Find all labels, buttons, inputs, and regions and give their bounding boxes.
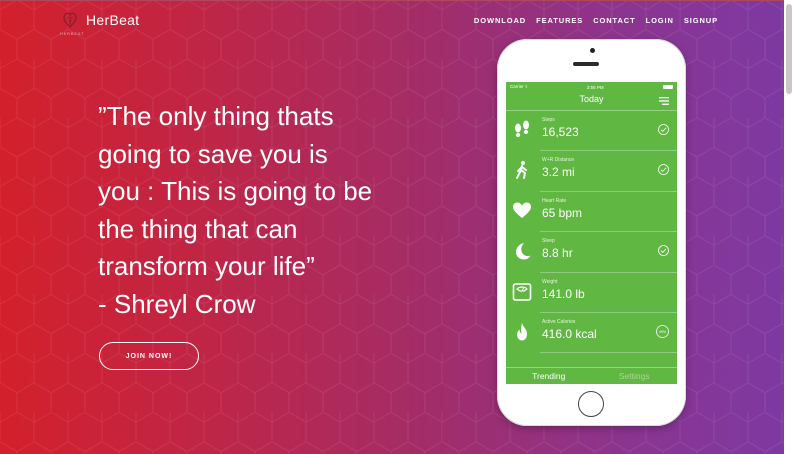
footprints-icon (515, 120, 529, 137)
metric-label: Heart Rate (542, 197, 567, 204)
nav-login[interactable]: LOGIN (646, 16, 674, 25)
tab-trending[interactable]: Trending (506, 368, 592, 384)
moon-icon (516, 243, 531, 260)
quote-line: going to save you is (98, 138, 328, 169)
quote-line: transform your life” (98, 251, 315, 281)
hero-quote: ”The only thing thats going to save you … (98, 98, 428, 323)
metric-value: 8.8 hr (542, 246, 573, 261)
app-screen: Carrier ☇ 3:55 PM Today Steps 16,523 W+R… (506, 82, 677, 384)
metric-value: 416.0 kcal (542, 326, 597, 341)
battery-icon (663, 85, 673, 89)
quote-line: the thing that can (98, 213, 298, 244)
metric-row-active-calories[interactable]: Active Calories 416.0 kcal 49% (517, 313, 677, 354)
check-circle-icon (658, 124, 669, 135)
carrier-label: Carrier ☇ (510, 84, 528, 89)
metric-row-sleep[interactable]: Sleep 8.8 hr (516, 232, 677, 273)
metric-value: 65 bpm (542, 205, 583, 220)
phone-speaker (573, 62, 599, 66)
metric-value: 3.2 mi (542, 165, 575, 180)
progress-ring-icon: 49% (656, 325, 669, 338)
top-nav: DOWNLOAD FEATURES CONTACT LOGIN SIGNUP (474, 16, 718, 25)
brain-logo-icon[interactable] (60, 10, 80, 30)
brand-name[interactable]: HerBeat (86, 12, 139, 28)
nav-signup[interactable]: SIGNUP (684, 16, 718, 25)
app-header: Today (506, 92, 677, 111)
nav-contact[interactable]: CONTACT (593, 16, 635, 25)
tab-settings[interactable]: Settings (592, 368, 678, 384)
heart-icon (513, 202, 531, 218)
top-border (0, 0, 784, 1)
brand-tagline: HERBEAT (60, 31, 85, 36)
metric-label: Weight (542, 278, 558, 285)
quote-line: you : This is going to be (98, 176, 373, 206)
status-bar: Carrier ☇ 3:55 PM (506, 82, 677, 92)
metric-row-weight[interactable]: Weight 141.0 lb (512, 273, 677, 313)
metric-label: Active Calories (542, 318, 576, 325)
walking-icon (516, 161, 527, 180)
metric-label: W+R Distance (542, 157, 575, 164)
phone-camera (590, 48, 595, 53)
metric-row-distance[interactable]: W+R Distance 3.2 mi (516, 151, 677, 192)
phone-home-button (578, 391, 604, 417)
menu-icon[interactable] (659, 97, 669, 105)
flame-icon (517, 322, 527, 341)
app-tab-bar: Trending Settings (506, 367, 677, 384)
progress-percent: 49% (659, 330, 667, 334)
scale-icon (512, 282, 532, 301)
status-time: 3:55 PM (586, 84, 604, 90)
metric-value: 141.0 lb (542, 286, 585, 301)
metric-label: Steps (542, 117, 555, 123)
nav-features[interactable]: FEATURES (536, 16, 583, 25)
check-circle-icon (658, 164, 669, 176)
metric-row-heart-rate[interactable]: Heart Rate 65 bpm (513, 192, 677, 233)
scrollbar-thumb[interactable] (786, 4, 792, 94)
app-title: Today (579, 94, 604, 104)
metric-value: 16,523 (542, 125, 579, 139)
quote-author: - Shreyl Crow (98, 288, 256, 319)
check-circle-icon (658, 245, 669, 257)
join-now-button[interactable]: JOIN NOW! (99, 342, 199, 370)
metric-row-steps[interactable]: Steps 16,523 (515, 111, 677, 152)
quote-line: ”The only thing thats (98, 101, 334, 131)
metric-label: Sleep (542, 238, 555, 245)
page-scrollbar[interactable] (784, 0, 794, 454)
nav-download[interactable]: DOWNLOAD (474, 16, 526, 25)
